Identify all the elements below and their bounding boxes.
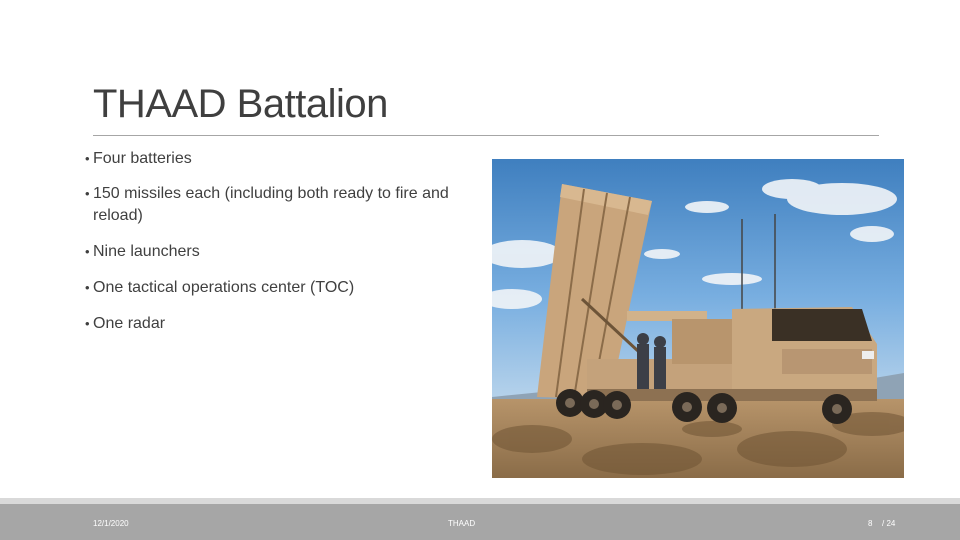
bullet-item: • One tactical operations center (TOC): [85, 277, 485, 299]
bullet-item: • 150 missiles each (including both read…: [85, 183, 485, 227]
footer-band: [0, 504, 960, 540]
slide-title: THAAD Battalion: [93, 82, 388, 126]
bullet-text: Nine launchers: [93, 243, 200, 260]
footer-page-number: 8: [868, 519, 873, 528]
title-rule: [93, 135, 879, 136]
footer-page-total: / 24: [882, 519, 896, 528]
bullet-text: One tactical operations center (TOC): [93, 279, 355, 296]
bullet-text: One radar: [93, 315, 166, 332]
bullet-item: • Nine launchers: [85, 241, 485, 263]
footer-date: 12/1/2020: [93, 519, 129, 528]
bullet-marker: •: [85, 280, 90, 295]
bullet-marker: •: [85, 316, 90, 331]
footer-center-label: THAAD: [448, 519, 476, 528]
bullet-text: Four batteries: [93, 150, 192, 167]
launcher-photo: [492, 159, 904, 478]
bullet-text: 150 missiles each (including both ready …: [93, 185, 449, 224]
bullet-item: • Four batteries: [85, 148, 485, 170]
bullet-marker: •: [85, 151, 90, 166]
bullet-marker: •: [85, 244, 90, 259]
bullet-marker: •: [85, 186, 90, 201]
bullet-item: • One radar: [85, 313, 485, 335]
